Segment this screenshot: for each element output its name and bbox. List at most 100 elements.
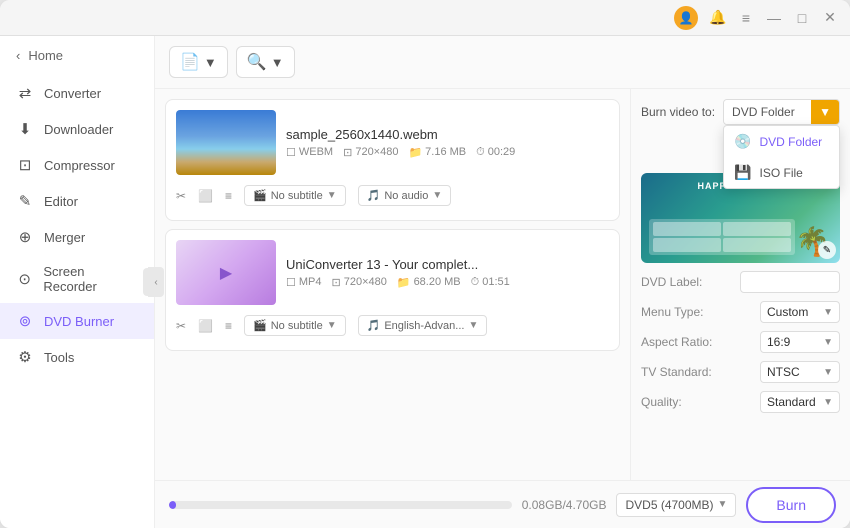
file-info: sample_2560x1440.webm ☐ WEBM ⊡ 720×480 [286,127,609,159]
menu-type-label: Menu Type: [641,305,703,319]
aspect-ratio-chevron: ▼ [823,337,833,348]
burn-to-value[interactable]: DVD Folder [724,100,811,124]
file-size: 📁 7.16 MB [408,146,466,159]
sidebar-item-merger[interactable]: ⊕ Merger [0,219,154,255]
sidebar-item-label: Tools [44,350,74,365]
resolution-icon: ⊡ [332,276,341,289]
file-item-top: ▶ UniConverter 13 - Your complet... ☐ MP… [176,240,609,305]
burn-to-dropdown-button[interactable]: ▼ [811,100,839,124]
user-avatar[interactable]: 👤 [674,6,698,30]
notification-icon[interactable]: 🔔 [710,10,726,26]
audio-select[interactable]: 🎵 No audio ▼ [358,185,452,206]
sidebar-item-label: Downloader [44,122,113,137]
quality-label: Quality: [641,395,682,409]
content-area: 📄 ▼ 🔍 ▼ [155,36,850,528]
file-item-top: sample_2560x1440.webm ☐ WEBM ⊡ 720×480 [176,110,609,175]
audio-chevron: ▼ [468,320,478,331]
file-item: ▶ UniConverter 13 - Your complet... ☐ MP… [165,229,620,351]
subtitle-chevron: ▼ [327,190,337,201]
size-icon: 📁 [397,276,411,289]
crop-button[interactable]: ⬜ [198,189,213,203]
sidebar-item-label: Editor [44,194,78,209]
disk-type-select[interactable]: DVD5 (4700MB) ▼ [616,493,736,517]
settings-quality-row: Quality: Standard ▼ [641,391,840,413]
file-item: sample_2560x1440.webm ☐ WEBM ⊡ 720×480 [165,99,620,221]
duration-icon: ⏱ [471,276,480,289]
minimize-icon[interactable]: — [766,10,782,26]
merger-icon: ⊕ [16,228,34,246]
compressor-icon: ⊡ [16,156,34,174]
file-actions: ✂ ⬜ ≡ 🎬 No subtitle ▼ 🎵 English-Advan... [176,311,609,340]
add-folder-chevron: ▼ [271,55,284,70]
sidebar-item-editor[interactable]: ✎ Editor [0,183,154,219]
quality-select[interactable]: Standard ▼ [760,391,840,413]
sidebar-item-tools[interactable]: ⚙ Tools [0,339,154,375]
tv-standard-chevron: ▼ [823,367,833,378]
effects-button[interactable]: ≡ [225,319,232,333]
subtitle-select[interactable]: 🎬 No subtitle ▼ [244,315,346,336]
add-file-icon: 📄 [180,52,200,72]
add-file-button[interactable]: 📄 ▼ [169,46,228,78]
sidebar-item-downloader[interactable]: ⬇ Downloader [0,111,154,147]
file-resolution: ⊡ 720×480 [332,276,387,289]
settings-tv-standard-row: TV Standard: NTSC ▼ [641,361,840,383]
dvd-folder-icon: 💿 [734,133,751,150]
sidebar-item-converter[interactable]: ⇄ Converter [0,75,154,111]
sidebar-item-dvd-burner[interactable]: ⊚ DVD Burner [0,303,154,339]
hamburger-icon[interactable]: ≡ [738,10,754,26]
right-panel: Burn video to: DVD Folder ▼ 💿 DVD Folder [630,89,850,480]
add-folder-button[interactable]: 🔍 ▼ [236,46,295,78]
titlebar: 👤 🔔 ≡ — □ ✕ [0,0,850,36]
file-actions: ✂ ⬜ ≡ 🎬 No subtitle ▼ 🎵 No audio [176,181,609,210]
progress-text: 0.08GB/4.70GB [522,498,607,512]
subtitle-chevron: ▼ [327,320,337,331]
disk-type-chevron: ▼ [718,499,728,510]
cut-button[interactable]: ✂ [176,189,186,203]
file-name: sample_2560x1440.webm [286,127,609,142]
settings-menu-type-row: Menu Type: Custom ▼ [641,301,840,323]
file-name: UniConverter 13 - Your complet... [286,257,609,272]
sidebar-item-compressor[interactable]: ⊡ Compressor [0,147,154,183]
preview-edit-button[interactable]: ✎ [818,241,836,259]
titlebar-icons: 👤 🔔 ≡ — □ ✕ [674,6,838,30]
home-label: Home [28,48,63,63]
bottom-bar: 0.08GB/4.70GB DVD5 (4700MB) ▼ Burn [155,480,850,528]
burn-to-dropdown-menu: 💿 DVD Folder 💾 ISO File [723,125,840,189]
cut-button[interactable]: ✂ [176,319,186,333]
sidebar-item-label: Converter [44,86,101,101]
sidebar-home[interactable]: ‹ Home [0,36,154,75]
iso-file-icon: 💾 [734,164,751,181]
close-icon[interactable]: ✕ [822,10,838,26]
audio-select[interactable]: 🎵 English-Advan... ▼ [358,315,488,336]
add-file-chevron: ▼ [204,55,217,70]
duration-icon: ⏱ [476,146,485,159]
file-resolution: ⊡ 720×480 [343,146,398,159]
sidebar: ‹ Home ⇄ Converter ⬇ Downloader ⊡ Compre… [0,36,155,528]
burn-button[interactable]: Burn [746,487,836,523]
dvd-label-input[interactable] [740,271,840,293]
menu-type-chevron: ▼ [823,307,833,318]
aspect-ratio-label: Aspect Ratio: [641,335,712,349]
crop-button[interactable]: ⬜ [198,319,213,333]
maximize-icon[interactable]: □ [794,10,810,26]
subtitle-select[interactable]: 🎬 No subtitle ▼ [244,185,346,206]
settings-dvd-label-row: DVD Label: [641,271,840,293]
editor-icon: ✎ [16,192,34,210]
burn-to-row: Burn video to: DVD Folder ▼ 💿 DVD Folder [641,99,840,125]
dropdown-item-dvd-folder[interactable]: 💿 DVD Folder [724,126,839,157]
settings-grid: DVD Label: Menu Type: Custom ▼ Aspect Ra… [641,271,840,413]
dvd-burner-icon: ⊚ [16,312,34,330]
sidebar-collapse-button[interactable]: ‹ [148,267,164,297]
aspect-ratio-select[interactable]: 16:9 ▼ [760,331,840,353]
file-thumbnail [176,110,276,175]
resolution-icon: ⊡ [343,146,352,159]
progress-bar [169,501,512,509]
sidebar-item-screen-recorder[interactable]: ⊙ Screen Recorder [0,255,154,303]
file-meta: ☐ WEBM ⊡ 720×480 📁 7.16 [286,146,609,159]
menu-type-select[interactable]: Custom ▼ [760,301,840,323]
screen-recorder-icon: ⊙ [16,270,33,288]
dropdown-item-iso-file[interactable]: 💾 ISO File [724,157,839,188]
effects-button[interactable]: ≡ [225,189,232,203]
tv-standard-select[interactable]: NTSC ▼ [760,361,840,383]
converter-icon: ⇄ [16,84,34,102]
